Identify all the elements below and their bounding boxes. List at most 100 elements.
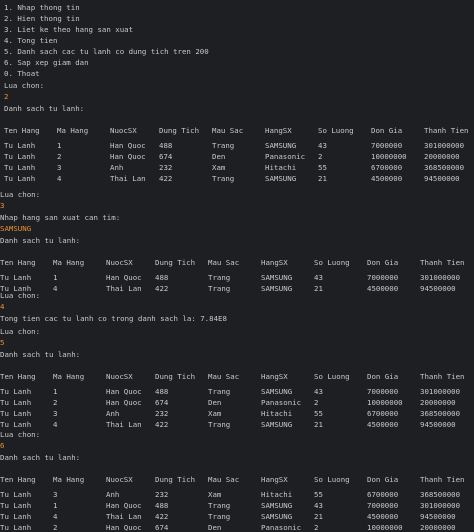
table-cell: 20000000 <box>424 152 460 161</box>
table-cell: 488 <box>159 141 173 150</box>
table-header-cell: Mau Sac <box>208 475 240 484</box>
table-cell: 1 <box>53 273 58 282</box>
table-cell: Xam <box>208 409 222 418</box>
table-cell: 7000000 <box>367 273 399 282</box>
table-header-cell: So Luong <box>318 126 354 135</box>
table-header-cell: Thanh Tien <box>420 372 465 381</box>
table-cell: 7000000 <box>367 387 399 396</box>
table-header-cell: Ma Hang <box>53 475 85 484</box>
table-cell: Hitachi <box>265 163 297 172</box>
table-cell: Tu Lanh <box>4 141 36 150</box>
table-cell: 674 <box>155 398 169 407</box>
table-cell: Han Quoc <box>106 273 142 282</box>
table-cell: 488 <box>155 387 169 396</box>
table-header-cell: Thanh Tien <box>424 126 469 135</box>
table-cell: 368500000 <box>420 409 461 418</box>
table-cell: 10000000 <box>371 152 407 161</box>
table-cell: Panasonic <box>261 398 302 407</box>
table-cell: Trang <box>208 284 231 293</box>
table-cell: Hitachi <box>261 490 293 499</box>
table-header-cell: HangSX <box>261 258 288 267</box>
table-cell: 2 <box>53 523 58 532</box>
list-title: Danh sach tu lanh: <box>0 236 81 245</box>
table-cell: Xam <box>212 163 226 172</box>
table-header-cell: Don Gia <box>367 372 399 381</box>
table-cell: Trang <box>208 512 231 521</box>
table-header-cell: Dung Tich <box>155 258 196 267</box>
table-cell: 4 <box>53 420 58 429</box>
table-cell: 2 <box>314 523 319 532</box>
table-header-cell: Ma Hang <box>57 126 89 135</box>
table-cell: Thai Lan <box>106 420 142 429</box>
table-cell: Hitachi <box>261 409 293 418</box>
table-header-cell: Ma Hang <box>53 372 85 381</box>
table-cell: 21 <box>314 420 323 429</box>
table-cell: Trang <box>208 387 231 396</box>
table-header-cell: Ten Hang <box>0 258 36 267</box>
table-cell: 7000000 <box>371 141 403 150</box>
table-header-cell: So Luong <box>314 258 350 267</box>
table-cell: 3 <box>53 409 58 418</box>
table-cell: 232 <box>155 490 169 499</box>
table-cell: Panasonic <box>265 152 306 161</box>
total-text: Tong tien cac tu lanh co trong danh sach… <box>0 314 227 323</box>
table-header-cell: NuocSX <box>106 372 133 381</box>
table-cell: 2 <box>57 152 62 161</box>
table-header-cell: Don Gia <box>367 258 399 267</box>
table-cell: 422 <box>159 174 173 183</box>
table-cell: Tu Lanh <box>0 387 32 396</box>
table-cell: 488 <box>155 501 169 510</box>
table-header-cell: Dung Tich <box>155 475 196 484</box>
user-input: 3 <box>0 201 5 210</box>
table-cell: Thai Lan <box>106 512 142 521</box>
table-cell: 4500000 <box>367 420 399 429</box>
table-cell: Tu Lanh <box>0 409 32 418</box>
table-cell: Tu Lanh <box>0 420 32 429</box>
table-cell: Trang <box>212 141 235 150</box>
table-cell: Han Quoc <box>106 387 142 396</box>
table-header-cell: So Luong <box>314 372 350 381</box>
table-cell: 422 <box>155 420 169 429</box>
prompt: Lua chon: <box>4 81 45 90</box>
menu-item-4: 4. Tong tien <box>4 36 58 45</box>
table-header-cell: Mau Sac <box>208 258 240 267</box>
table-cell: 6700000 <box>367 409 399 418</box>
table-cell: 3 <box>57 163 62 172</box>
table-cell: 94500000 <box>420 284 456 293</box>
table-cell: Anh <box>106 409 120 418</box>
table-cell: 94500000 <box>420 420 456 429</box>
list-title: Danh sach tu lanh: <box>4 104 85 113</box>
table-cell: 368500000 <box>424 163 465 172</box>
user-input: 4 <box>0 302 5 311</box>
table-cell: Han Quoc <box>106 523 142 532</box>
table-cell: 368500000 <box>420 490 461 499</box>
table-header-cell: Mau Sac <box>212 126 244 135</box>
table-cell: Tu Lanh <box>0 512 32 521</box>
table-cell: Trang <box>212 174 235 183</box>
table-header-cell: So Luong <box>314 475 350 484</box>
table-cell: Trang <box>208 273 231 282</box>
table-cell: 6700000 <box>371 163 403 172</box>
table-cell: Tu Lanh <box>4 152 36 161</box>
table-header-cell: Mau Sac <box>208 372 240 381</box>
table-cell: SAMSUNG <box>261 420 293 429</box>
table-cell: Xam <box>208 490 222 499</box>
console-output[interactable]: 1. Nhap thong tin 2. Hien thong tin 3. L… <box>0 0 474 532</box>
table-cell: 3 <box>53 490 58 499</box>
table-cell: Thai Lan <box>106 284 142 293</box>
table-header-cell: Don Gia <box>367 475 399 484</box>
table-header-cell: Don Gia <box>371 126 403 135</box>
table-cell: 94500000 <box>420 512 456 521</box>
table-cell: 4 <box>53 512 58 521</box>
table-cell: 674 <box>159 152 173 161</box>
menu-item-2: 2. Hien thong tin <box>4 14 80 23</box>
table-cell: 4500000 <box>371 174 403 183</box>
table-cell: 4 <box>53 284 58 293</box>
table-cell: 674 <box>155 523 169 532</box>
table-cell: 55 <box>314 409 323 418</box>
table-cell: SAMSUNG <box>261 512 293 521</box>
table-header-cell: NuocSX <box>110 126 137 135</box>
table-cell: SAMSUNG <box>261 501 293 510</box>
table-cell: Anh <box>110 163 124 172</box>
table-cell: 20000000 <box>420 523 456 532</box>
